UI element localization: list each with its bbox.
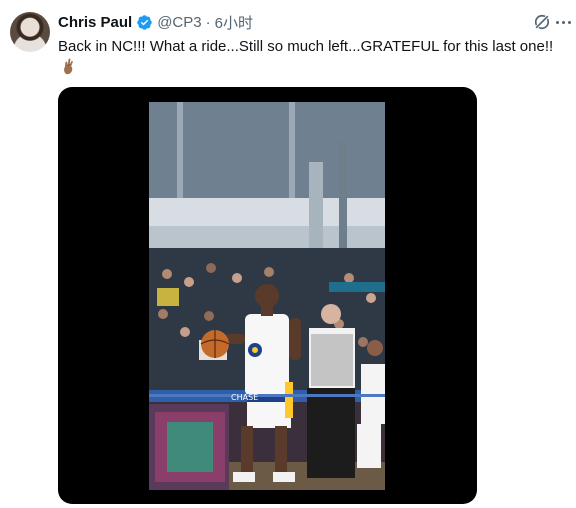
video-player[interactable]: CHASE: [58, 87, 477, 504]
basketball-scene-image: CHASE: [149, 102, 385, 490]
grok-icon[interactable]: [532, 12, 552, 32]
more-options-icon[interactable]: [554, 13, 572, 31]
tweet[interactable]: Chris Paul @CP3 · 6小时 Back in NC!!! What…: [0, 0, 576, 508]
tweet-text: Back in NC!!! What a ride...Still so muc…: [58, 38, 554, 55]
handle[interactable]: @CP3: [157, 14, 201, 31]
tweet-header: Chris Paul @CP3 · 6小时: [58, 12, 253, 32]
video-frame-image: CHASE: [149, 102, 385, 490]
scoreboard-text: CHASE: [231, 393, 258, 402]
crossed-fingers-emoji: [64, 58, 73, 75]
timestamp[interactable]: 6小时: [215, 12, 253, 33]
avatar[interactable]: [10, 12, 50, 52]
separator-dot: ·: [205, 13, 211, 31]
display-name[interactable]: Chris Paul: [58, 14, 132, 31]
verified-badge-icon: [137, 14, 152, 30]
